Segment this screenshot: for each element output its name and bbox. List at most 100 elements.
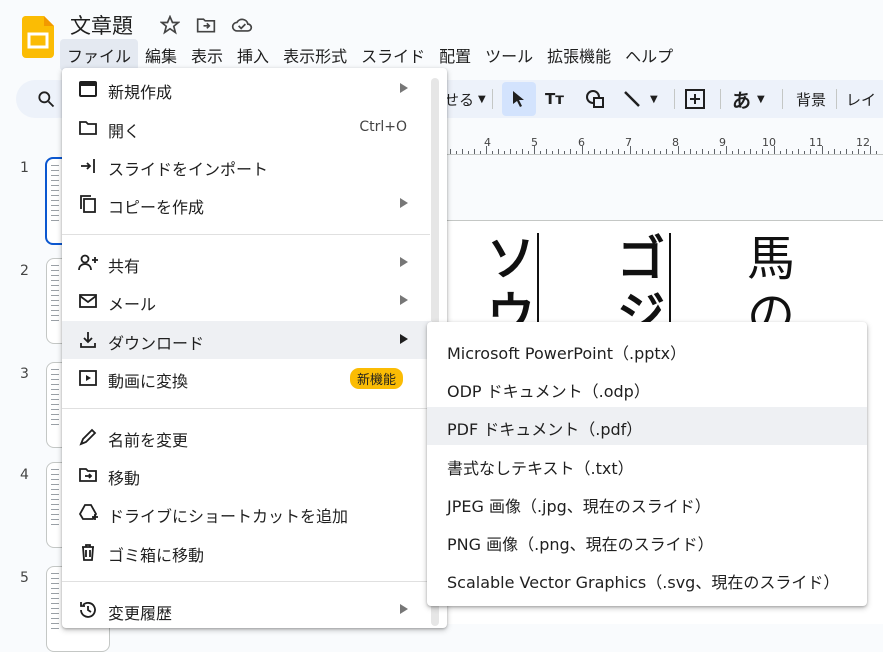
- ruler-tick: [870, 146, 871, 154]
- menu-item-import-slides[interactable]: スライドをインポート: [62, 147, 432, 185]
- text-box-icon[interactable]: Tт: [545, 80, 564, 118]
- ruler-tick: [858, 149, 859, 154]
- ruler: 4 5 6 7 8 9 10 11 12: [447, 132, 883, 156]
- menu-item-rename[interactable]: 名前を変更: [62, 418, 432, 456]
- ruler-tick: [480, 151, 481, 154]
- ruler-tick: [696, 151, 697, 154]
- ruler-tick: [732, 151, 733, 154]
- slide-number: 4: [20, 467, 29, 483]
- menu-item-email[interactable]: メール: [62, 282, 432, 320]
- ruler-tick: [552, 151, 553, 154]
- search-icon[interactable]: [36, 89, 56, 113]
- menu-item-add-shortcut[interactable]: ドライブにショートカットを追加: [62, 494, 432, 532]
- ruler-tick: [864, 151, 865, 154]
- ruler-tick: [708, 151, 709, 154]
- ruler-tick: [702, 149, 703, 154]
- ruler-tick: [624, 151, 625, 154]
- ruler-tick: [720, 151, 721, 154]
- insert-comment-icon[interactable]: [684, 80, 706, 118]
- input-tools-button[interactable]: あ ▼: [732, 80, 765, 118]
- ruler-tick: [774, 146, 775, 154]
- star-icon[interactable]: [158, 13, 182, 37]
- ruler-tick: [534, 146, 535, 154]
- menu-item-new[interactable]: 新規作成: [62, 70, 432, 108]
- ruler-tick: [756, 151, 757, 154]
- trash-icon: [78, 542, 98, 562]
- menu-help[interactable]: ヘルプ: [618, 39, 680, 71]
- ruler-tick: [456, 151, 457, 154]
- import-icon: [78, 156, 98, 176]
- ruler-tick: [690, 149, 691, 154]
- ruler-tick: [570, 149, 571, 154]
- ruler-tick: [876, 151, 877, 154]
- drive-shortcut-icon: [78, 503, 98, 523]
- menu-edit[interactable]: 編集: [138, 39, 184, 71]
- ruler-tick: [594, 149, 595, 154]
- video-icon: [78, 368, 98, 388]
- ruler-tick: [804, 151, 805, 154]
- document-title[interactable]: 文章題: [70, 10, 133, 40]
- ruler-tick: [540, 151, 541, 154]
- toolbar-partial-button[interactable]: せる ▼: [444, 80, 486, 118]
- shortcut-text: Ctrl+O: [359, 119, 407, 135]
- ruler-tick: [606, 149, 607, 154]
- submenu-arrow-icon: [400, 604, 408, 614]
- download-jpg[interactable]: JPEG 画像（.jpg、現在のスライド）: [427, 484, 867, 522]
- ruler-tick: [750, 149, 751, 154]
- download-pdf[interactable]: PDF ドキュメント（.pdf）: [427, 407, 867, 445]
- slides-icon: [78, 79, 98, 99]
- ruler-tick: [468, 151, 469, 154]
- download-png[interactable]: PNG 画像（.png、現在のスライド）: [427, 522, 867, 560]
- slides-logo-icon[interactable]: [21, 16, 54, 58]
- chevron-down-icon: ▼: [478, 93, 486, 105]
- menu-arrange[interactable]: 配置: [432, 39, 478, 71]
- menu-item-convert-video[interactable]: 動画に変換 新機能: [62, 359, 432, 397]
- ruler-tick: [684, 151, 685, 154]
- ruler-tick: [516, 151, 517, 154]
- menu-extensions[interactable]: 拡張機能: [540, 39, 618, 71]
- menu-format[interactable]: 表示形式: [276, 39, 354, 71]
- menu-insert[interactable]: 挿入: [230, 39, 276, 71]
- ruler-tick: [600, 151, 601, 154]
- submenu-arrow-icon: [400, 198, 408, 208]
- menu-tools[interactable]: ツール: [478, 39, 540, 71]
- ruler-tick: [780, 151, 781, 154]
- download-pptx[interactable]: Microsoft PowerPoint（.pptx）: [427, 331, 867, 369]
- submenu-arrow-icon: [400, 295, 408, 305]
- cloud-saved-icon[interactable]: [230, 13, 254, 37]
- select-tool-icon[interactable]: [502, 82, 536, 116]
- mail-icon: [78, 291, 98, 311]
- download-txt[interactable]: 書式なしテキスト（.txt）: [427, 446, 867, 484]
- slide-number: 3: [20, 366, 29, 382]
- menu-item-make-copy[interactable]: コピーを作成: [62, 185, 432, 223]
- ruler-tick: [486, 146, 487, 154]
- chevron-down-icon: ▼: [650, 93, 658, 105]
- ruler-tick: [834, 149, 835, 154]
- ruler-tick: [582, 146, 583, 154]
- shape-icon[interactable]: [584, 80, 606, 118]
- menu-slide[interactable]: スライド: [354, 39, 432, 71]
- ruler-tick: [504, 151, 505, 154]
- menu-item-trash[interactable]: ゴミ箱に移動: [62, 533, 432, 571]
- layout-button[interactable]: レイ: [846, 80, 876, 118]
- menu-item-share[interactable]: 共有: [62, 244, 432, 282]
- move-folder-icon: [78, 465, 98, 485]
- menu-item-move[interactable]: 移動: [62, 456, 432, 494]
- download-odp[interactable]: ODP ドキュメント（.odp）: [427, 369, 867, 407]
- move-folder-icon[interactable]: [194, 13, 218, 37]
- ruler-tick: [678, 146, 679, 154]
- line-icon[interactable]: ▼: [622, 80, 658, 118]
- menu-item-open[interactable]: 開く Ctrl+O: [62, 109, 432, 147]
- background-button[interactable]: 背景: [796, 80, 826, 118]
- menu-view[interactable]: 表示: [184, 39, 230, 71]
- submenu-arrow-icon: [400, 257, 408, 267]
- menu-file[interactable]: ファイル: [60, 39, 139, 71]
- download-svg[interactable]: Scalable Vector Graphics（.svg、現在のスライド）: [427, 560, 867, 598]
- ruler-tick: [828, 151, 829, 154]
- menu-item-version-history[interactable]: 変更履歴: [62, 591, 432, 629]
- ruler-tick: [642, 149, 643, 154]
- menu-item-download[interactable]: ダウンロード: [62, 321, 432, 359]
- ruler-tick: [792, 151, 793, 154]
- ruler-tick: [714, 149, 715, 154]
- ruler-label: 11: [809, 136, 823, 149]
